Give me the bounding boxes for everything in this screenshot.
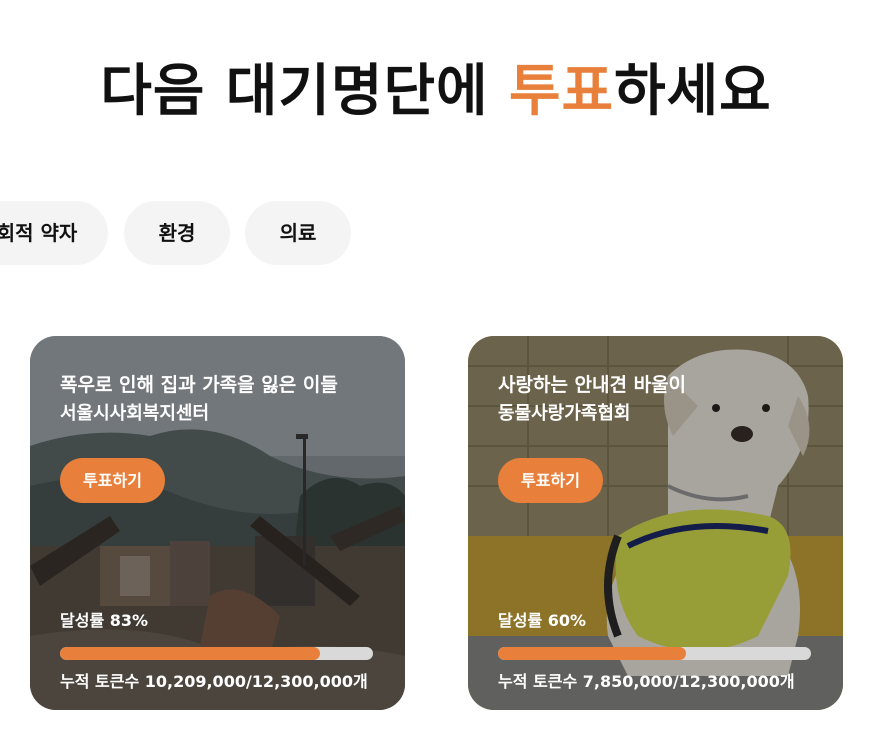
vote-button[interactable]: 투표하기 <box>498 458 603 503</box>
title-suffix: 하세요 <box>614 59 772 124</box>
page-title: 다음 대기명단에 투표하세요 <box>0 56 872 128</box>
campaign-organization: 서울시사회복지센터 <box>60 403 210 424</box>
achievement-rate: 달성률 83% <box>60 611 149 630</box>
category-chip-environment[interactable]: 환경 <box>124 201 230 265</box>
progress-fill <box>60 647 320 660</box>
category-filter-row: 회적 약자 환경 의료 <box>0 201 872 265</box>
campaign-card-flood[interactable]: 폭우로 인해 집과 가족을 잃은 이들 서울시사회복지센터 투표하기 달성률 8… <box>30 336 405 710</box>
campaign-title: 사랑하는 안내견 바울이 <box>498 374 687 396</box>
category-chip-medical[interactable]: 의료 <box>245 201 351 265</box>
campaign-organization: 동물사랑가족협회 <box>498 403 631 424</box>
accumulated-tokens: 누적 토큰수 10,209,000/12,300,000개 <box>60 672 368 691</box>
title-prefix: 다음 대기명단에 <box>100 59 510 124</box>
accumulated-tokens: 누적 토큰수 7,850,000/12,300,000개 <box>498 672 795 691</box>
progress-bar <box>498 647 811 660</box>
vote-button[interactable]: 투표하기 <box>60 458 165 503</box>
achievement-rate: 달성률 60% <box>498 611 587 630</box>
campaign-card-guide-dog[interactable]: 사랑하는 안내견 바울이 동물사랑가족협회 투표하기 달성률 60% 누적 토큰… <box>468 336 843 710</box>
category-chip-social-vulnerable[interactable]: 회적 약자 <box>0 201 108 265</box>
title-accent: 투표 <box>509 59 615 124</box>
progress-bar <box>60 647 373 660</box>
campaign-title: 폭우로 인해 집과 가족을 잃은 이들 <box>60 374 338 396</box>
progress-fill <box>498 647 686 660</box>
